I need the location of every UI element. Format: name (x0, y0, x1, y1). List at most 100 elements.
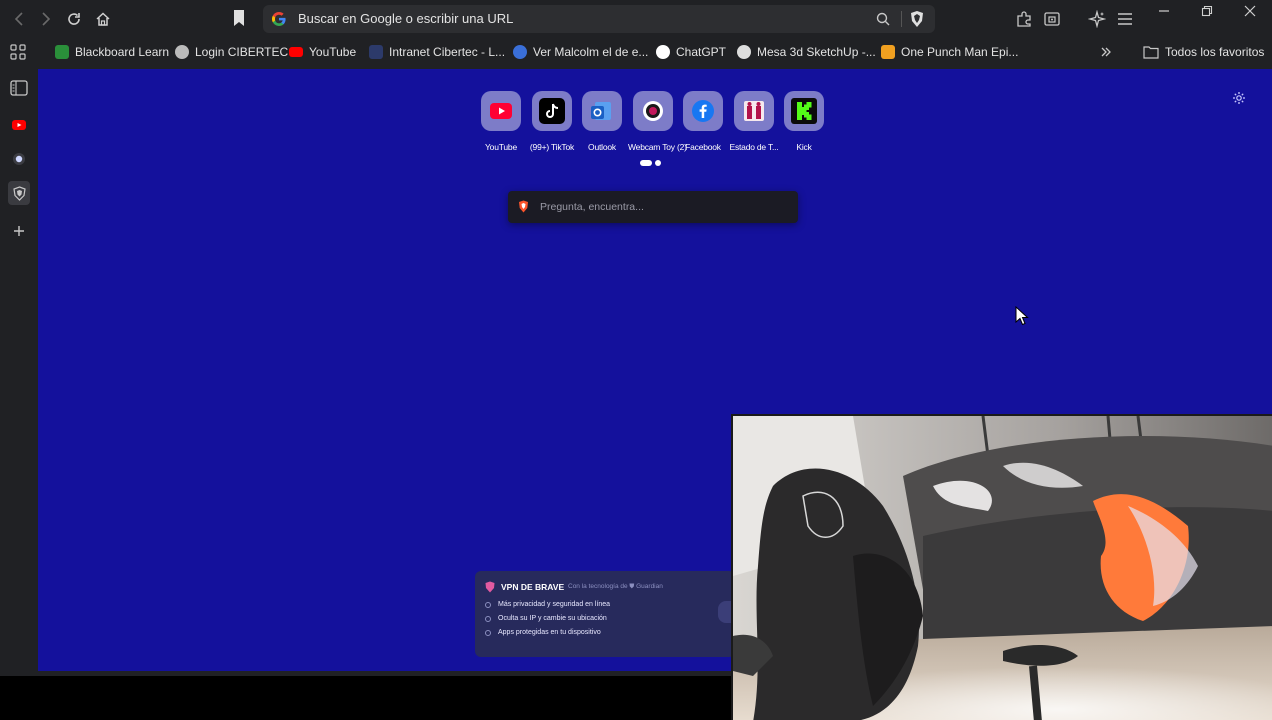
vpn-feature: Apps protegidas en tu dispositivo (485, 629, 601, 636)
tile-icon-container (481, 91, 521, 131)
gear-icon[interactable] (1232, 91, 1246, 105)
top-site-tile-facebook[interactable]: Facebook (678, 91, 728, 152)
bookmark-icon (234, 10, 244, 26)
brave-lion-icon (519, 200, 528, 213)
bookmark-one-punch-man[interactable]: One Punch Man Epi... (881, 43, 1018, 61)
back-button[interactable] (8, 8, 30, 30)
malcolm-icon (513, 45, 527, 59)
browser-window: Buscar en Google o escribir una URL Blac… (0, 0, 1272, 720)
all-bookmarks-folder[interactable]: Todos los favoritos (1143, 43, 1264, 61)
tile-icon-container (633, 91, 673, 131)
hamburger-menu-icon (1118, 13, 1132, 25)
reload-button[interactable] (63, 8, 85, 30)
youtube-icon (490, 103, 512, 119)
top-site-tile-kick[interactable]: Kick (779, 91, 829, 152)
top-site-tile-tiktok[interactable]: (99+) TikTok (527, 91, 577, 152)
tile-label: YouTube (484, 142, 517, 152)
tile-label: (99+) TikTok (529, 142, 575, 152)
sidebar-toggle-button[interactable] (9, 78, 29, 98)
chatgpt-icon (656, 45, 670, 59)
shield-icon (12, 185, 26, 201)
vpn-feature: Oculta su IP y cambie su ubicación (485, 615, 607, 622)
close-window-button[interactable] (1240, 2, 1260, 20)
bookmark-label: YouTube (309, 45, 357, 59)
leo-ai-button[interactable] (1087, 9, 1107, 29)
sketchup-icon (737, 45, 751, 59)
webcam-feed-image (733, 416, 1272, 720)
tile-icon-container (784, 91, 824, 131)
sidebar-item-vpn[interactable] (8, 181, 30, 205)
home-button[interactable] (92, 8, 114, 30)
forward-button[interactable] (35, 8, 57, 30)
mouse-cursor-icon (1015, 306, 1029, 326)
vpn-title: VPN DE BRAVE (501, 582, 565, 592)
animeflv-icon (881, 45, 895, 59)
search-icon[interactable] (875, 11, 891, 27)
bookmarks-bar: Blackboard Learn Login CIBERTEC YouTube … (0, 38, 1272, 66)
menu-button[interactable] (1115, 9, 1135, 29)
brave-shields-icon[interactable] (909, 10, 925, 28)
bookmark-sketchup[interactable]: Mesa 3d SketchUp -... (737, 43, 876, 61)
minimize-icon (1159, 10, 1169, 12)
bookmark-label: Intranet Cibertec - L... (389, 45, 506, 59)
sidebar-panel-icon (10, 80, 28, 96)
top-site-tile-outlook[interactable]: Outlook (577, 91, 627, 152)
address-bar-placeholder: Buscar en Google o escribir una URL (298, 11, 514, 26)
apps-button[interactable] (10, 43, 26, 61)
check-circle-icon (485, 601, 491, 608)
extensions-button[interactable] (1014, 9, 1034, 29)
vpn-feature: Más privacidad y seguridad en línea (485, 601, 610, 608)
pagination-dot[interactable] (655, 160, 661, 166)
bookmark-page-button[interactable] (232, 9, 250, 29)
top-site-tile-webcam-toy[interactable]: Webcam Toy (2) (628, 91, 687, 152)
sidebar-item-youtube[interactable] (9, 115, 29, 135)
tile-label: Webcam Toy (2) (628, 142, 687, 152)
close-icon (1244, 5, 1256, 17)
wallet-button[interactable] (1042, 9, 1062, 29)
bookmark-blackboard[interactable]: Blackboard Learn (55, 43, 169, 61)
pagination-dot-active[interactable] (640, 160, 652, 166)
sidebar-item-webcam-toy[interactable] (9, 149, 29, 169)
bookmark-label: Login CIBERTEC (195, 45, 289, 59)
reload-icon (68, 13, 80, 25)
bookmark-intranet[interactable]: Intranet Cibertec - L... (369, 43, 505, 61)
webcam-toy-icon (643, 101, 663, 121)
forward-arrow-icon (42, 12, 51, 26)
bookmark-youtube[interactable]: YouTube (289, 43, 356, 61)
bookmarks-overflow-button[interactable] (1100, 43, 1112, 61)
wallet-icon (1044, 12, 1060, 26)
bookmark-label: ChatGPT (676, 45, 727, 59)
bookmark-label: Ver Malcolm el de e... (533, 45, 649, 59)
bookmark-chatgpt[interactable]: ChatGPT (656, 43, 726, 61)
tile-label: Estado de T... (729, 142, 779, 152)
check-circle-icon (485, 615, 491, 622)
vpn-powered-by: Con la tecnología de ⛊ Guardian (568, 583, 663, 590)
estado-icon (744, 101, 764, 121)
back-arrow-icon (14, 12, 23, 26)
address-bar[interactable]: Buscar en Google o escribir una URL (263, 5, 935, 33)
tile-icon-container (683, 91, 723, 131)
bookmark-label: One Punch Man Epi... (901, 45, 1019, 59)
tile-icon-container (734, 91, 774, 131)
vpn-feature-text: Apps protegidas en tu dispositivo (498, 629, 601, 636)
top-site-tile-estado[interactable]: Estado de T... (729, 91, 779, 152)
vpn-promo-card[interactable]: VPN DE BRAVE Con la tecnología de ⛊ Guar… (475, 571, 735, 657)
bookmark-malcolm[interactable]: Ver Malcolm el de e... (513, 43, 648, 61)
vpn-feature-text: Oculta su IP y cambie su ubicación (498, 615, 607, 622)
bookmark-login-cibertec[interactable]: Login CIBERTEC (175, 43, 288, 61)
ntp-search-box[interactable]: Pregunta, encuentra... (508, 191, 798, 223)
kick-icon (791, 98, 817, 124)
tile-icon-container (582, 91, 622, 131)
minimize-button[interactable] (1154, 2, 1174, 20)
vpn-feature-text: Más privacidad y seguridad en línea (498, 601, 611, 608)
outlook-icon (591, 102, 611, 120)
tile-label: Outlook (588, 142, 616, 152)
sidebar-add-button[interactable] (9, 221, 29, 241)
tile-label: Kick (796, 142, 812, 152)
facebook-icon (692, 100, 714, 122)
restore-button[interactable] (1197, 2, 1217, 20)
top-site-tile-youtube[interactable]: YouTube (476, 91, 526, 152)
tile-label: Facebook (685, 142, 721, 152)
puzzle-icon (1017, 11, 1031, 27)
sparkle-icon (1088, 10, 1106, 28)
